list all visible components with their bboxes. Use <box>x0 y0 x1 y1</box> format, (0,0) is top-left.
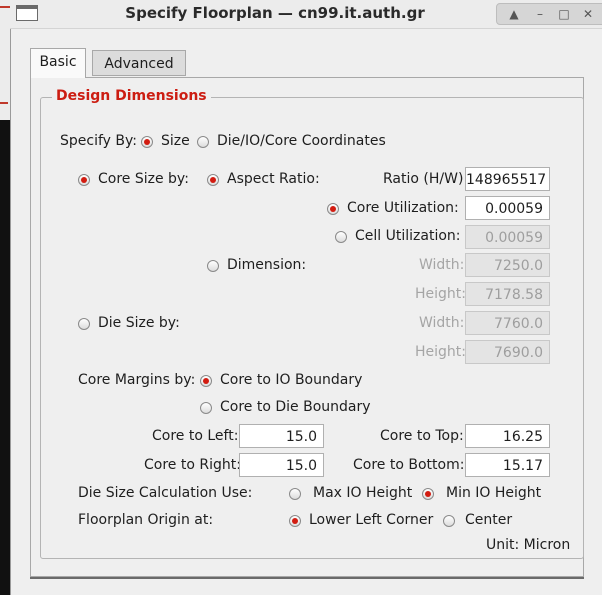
cell-utilization-label[interactable]: Cell Utilization: <box>355 228 461 244</box>
up-arrow-icon[interactable]: ▲ <box>505 5 523 23</box>
core-size-by-label[interactable]: Core Size by: <box>98 171 189 187</box>
center-label[interactable]: Center <box>465 512 512 528</box>
core-height-field[interactable]: 7178.58 <box>465 282 550 306</box>
unit-label: Unit: Micron <box>486 537 571 553</box>
core-utilization-field[interactable]: 0.00059 <box>465 196 550 220</box>
ratio-field[interactable]: 148965517 <box>465 167 550 191</box>
radio-die-io-core-coordinates[interactable] <box>197 136 209 148</box>
core-margins-by-label: Core Margins by: <box>78 372 196 388</box>
core-to-left-field[interactable]: 15.0 <box>239 424 324 448</box>
radio-min-io-height[interactable] <box>422 488 434 500</box>
radio-max-io-height[interactable] <box>289 488 301 500</box>
floorplan-origin-label: Floorplan Origin at: <box>78 512 214 528</box>
radio-size[interactable] <box>141 136 153 148</box>
close-icon[interactable]: ✕ <box>579 5 597 23</box>
panel-shadow <box>30 577 584 579</box>
die-width-field[interactable]: 7760.0 <box>465 311 550 335</box>
lower-left-corner-label[interactable]: Lower Left Corner <box>309 512 433 528</box>
tab-basic[interactable]: Basic <box>30 48 86 78</box>
aspect-ratio-label[interactable]: Aspect Ratio: <box>227 171 320 187</box>
radio-dimension[interactable] <box>207 260 219 272</box>
group-title: Design Dimensions <box>52 88 211 104</box>
size-label[interactable]: Size <box>161 133 190 149</box>
radio-lower-left-corner[interactable] <box>289 515 301 527</box>
core-to-top-field[interactable]: 16.25 <box>465 424 550 448</box>
core-height-label: Height: <box>415 286 466 302</box>
core-width-label: Width: <box>419 257 465 273</box>
core-to-top-label: Core to Top: <box>380 428 464 444</box>
radio-core-to-die-boundary[interactable] <box>200 402 212 414</box>
maximize-icon[interactable]: □ <box>555 5 573 23</box>
max-io-height-label[interactable]: Max IO Height <box>313 485 412 501</box>
window-title: Specify Floorplan — cn99.it.auth.gr <box>125 4 425 22</box>
dimension-label[interactable]: Dimension: <box>227 257 306 273</box>
core-width-field[interactable]: 7250.0 <box>465 253 550 277</box>
minimize-icon[interactable]: – <box>531 5 549 23</box>
die-io-core-coordinates-label[interactable]: Die/IO/Core Coordinates <box>217 133 386 149</box>
die-height-label: Height: <box>415 344 466 360</box>
core-to-right-field[interactable]: 15.0 <box>239 453 324 477</box>
radio-center[interactable] <box>443 515 455 527</box>
core-to-bottom-label: Core to Bottom: <box>353 457 465 473</box>
core-utilization-label[interactable]: Core Utilization: <box>347 200 459 216</box>
die-height-field[interactable]: 7690.0 <box>465 340 550 364</box>
cell-utilization-field[interactable]: 0.00059 <box>465 225 550 249</box>
radio-aspect-ratio[interactable] <box>207 174 219 186</box>
ratio-label: Ratio (H/W): <box>383 171 469 187</box>
radio-cell-utilization[interactable] <box>335 231 347 243</box>
die-width-label: Width: <box>419 315 465 331</box>
core-to-left-label: Core to Left: <box>152 428 239 444</box>
min-io-height-label[interactable]: Min IO Height <box>446 485 541 501</box>
window-controls: ▲ – □ ✕ <box>496 3 602 25</box>
core-to-bottom-field[interactable]: 15.17 <box>465 453 550 477</box>
radio-core-to-io-boundary[interactable] <box>200 375 212 387</box>
radio-die-size-by[interactable] <box>78 318 90 330</box>
window-icon[interactable] <box>16 5 38 21</box>
core-to-io-boundary-label[interactable]: Core to IO Boundary <box>220 372 362 388</box>
radio-core-utilization[interactable] <box>327 203 339 215</box>
core-to-right-label: Core to Right: <box>144 457 241 473</box>
specify-by-label: Specify By: <box>60 133 137 149</box>
core-to-die-boundary-label[interactable]: Core to Die Boundary <box>220 399 371 415</box>
radio-core-size-by[interactable] <box>78 174 90 186</box>
die-size-calculation-label: Die Size Calculation Use: <box>78 485 253 501</box>
tab-advanced[interactable]: Advanced <box>92 50 186 76</box>
die-size-by-label[interactable]: Die Size by: <box>98 315 180 331</box>
